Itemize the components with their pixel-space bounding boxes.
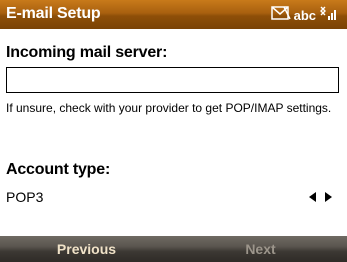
incoming-server-input[interactable] xyxy=(6,67,339,93)
help-text: If unsure, check with your provider to g… xyxy=(6,101,332,115)
status-area: abc xyxy=(270,4,337,27)
next-softkey[interactable]: Next xyxy=(174,236,347,262)
previous-softkey[interactable]: Previous xyxy=(0,236,173,262)
input-mode-indicator: abc xyxy=(293,7,316,23)
incoming-server-label: Incoming mail server: xyxy=(6,44,168,61)
softkey-bar: Previous Next xyxy=(0,236,347,262)
form-content: Incoming mail server: If unsure, check w… xyxy=(0,29,347,236)
signal-strength-icon xyxy=(319,4,337,27)
account-type-selector[interactable] xyxy=(307,191,333,203)
envelope-icon xyxy=(270,5,291,26)
title-bar: E-mail Setup abc xyxy=(0,0,347,29)
arrow-left-icon[interactable] xyxy=(307,191,317,203)
arrow-right-icon[interactable] xyxy=(323,191,333,203)
account-type-value[interactable]: POP3 xyxy=(6,189,43,205)
window-title: E-mail Setup xyxy=(6,5,101,22)
account-type-label: Account type: xyxy=(6,161,111,178)
